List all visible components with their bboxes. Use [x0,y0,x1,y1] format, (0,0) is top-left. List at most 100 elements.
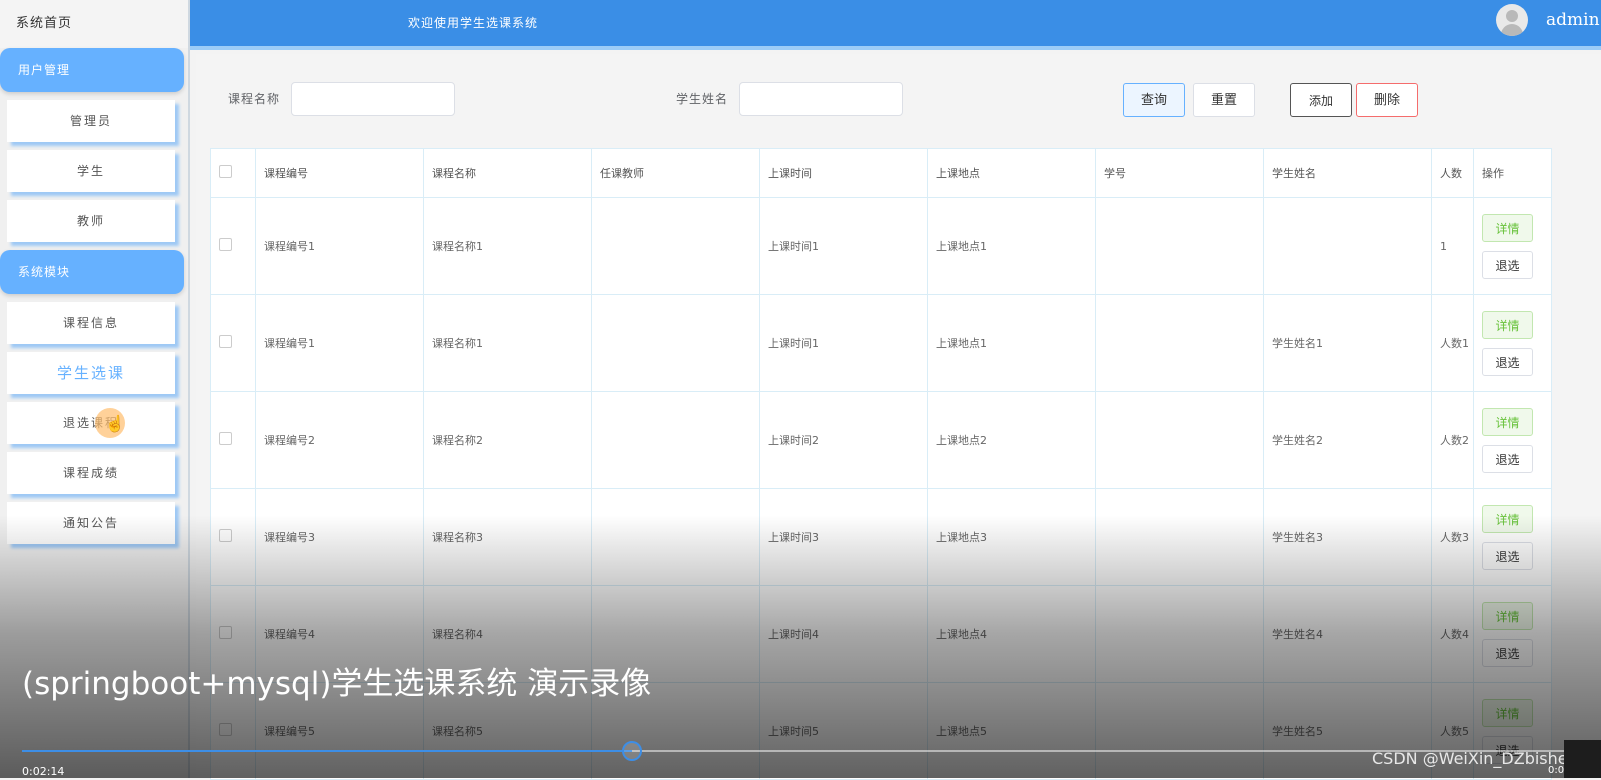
cell-student-id [1095,391,1264,489]
add-button[interactable]: 添加 [1290,83,1352,117]
cell-student-name: 学生姓名1 [1263,294,1432,392]
detail-button[interactable]: 详情 [1482,213,1533,242]
cell-student-id [1095,294,1264,392]
cell-teacher [591,391,760,489]
csdn-watermark: CSDN @WeiXin_DZbishe [1372,749,1568,768]
cell-location: 上课地点4 [927,585,1096,683]
col-location: 上课地点 [927,148,1096,198]
cell-student-id [1095,682,1264,780]
table-row: 课程编号1 课程名称1 上课时间1 上课地点1 1 详情 退选 [210,197,1552,295]
cell-location: 上课地点1 [927,197,1096,295]
col-course-id: 课程编号 [255,148,424,198]
delete-button[interactable]: 删除 [1356,83,1418,117]
cell-student-name: 学生姓名3 [1263,488,1432,586]
col-student-id: 学号 [1095,148,1264,198]
row-actions-cell: 详情 退选 [1473,197,1552,295]
cell-teacher [591,294,760,392]
drop-course-button[interactable]: 退选 [1482,347,1533,376]
cell-class-time: 上课时间4 [759,585,928,683]
select-all-checkbox[interactable] [219,165,232,178]
row-checkbox[interactable] [219,432,232,445]
course-name-input[interactable] [291,82,455,116]
cell-class-time: 上课时间1 [759,197,928,295]
cell-student-name: 学生姓名2 [1263,391,1432,489]
col-student-name: 学生姓名 [1263,148,1432,198]
cell-course-name: 课程名称1 [423,294,592,392]
cell-location: 上课地点5 [927,682,1096,780]
username[interactable]: admin [1546,10,1600,30]
sidebar-item-course-selection[interactable]: 学生选课 [7,352,175,394]
sidebar-section-user-management[interactable]: 用户管理 [0,48,184,92]
col-teacher: 任课教师 [591,148,760,198]
row-checkbox[interactable] [219,335,232,348]
row-select-cell[interactable] [210,391,256,489]
row-checkbox[interactable] [219,529,232,542]
hand-pointer-icon: ☝ [105,414,127,433]
query-button[interactable]: 查询 [1123,83,1185,117]
sidebar-item-admin[interactable]: 管理员 [7,100,175,142]
drop-course-button[interactable]: 退选 [1482,541,1533,570]
cell-course-name: 课程名称3 [423,488,592,586]
cell-student-id [1095,197,1264,295]
cell-class-time: 上课时间1 [759,294,928,392]
cell-student-id [1095,585,1264,683]
detail-button[interactable]: 详情 [1482,698,1533,727]
row-actions-cell: 详情 退选 [1473,585,1552,683]
col-actions: 操作 [1473,148,1552,198]
sidebar-item-drop-course[interactable]: 退选课程 ☝ [7,402,175,444]
detail-button[interactable]: 详情 [1482,310,1533,339]
video-progress-bar[interactable] [22,741,1587,761]
header-bar: 欢迎使用学生选课系统 admin [190,0,1601,50]
row-checkbox[interactable] [219,626,232,639]
table-row: 课程编号1 课程名称1 上课时间1 上课地点1 学生姓名1 人数1 详情 退选 [210,294,1552,392]
student-name-label: 学生姓名 [676,92,729,106]
cell-location: 上课地点2 [927,391,1096,489]
table-header-row: 课程编号 课程名称 任课教师 上课时间 上课地点 学号 学生姓名 人数 操作 [210,148,1552,198]
drop-course-button[interactable]: 退选 [1482,444,1533,473]
select-all-cell[interactable] [210,148,256,198]
cell-student-name [1263,197,1432,295]
cell-count: 人数3 [1431,488,1474,586]
video-current-time: 0:02:14 [22,765,65,778]
cell-course-name: 课程名称2 [423,391,592,489]
student-name-input[interactable] [739,82,903,116]
sidebar-item-teacher[interactable]: 教师 [7,200,175,242]
sidebar-item-course-info[interactable]: 课程信息 [7,302,175,344]
row-select-cell[interactable] [210,197,256,295]
cell-class-time: 上课时间2 [759,391,928,489]
row-select-cell[interactable] [210,294,256,392]
cell-class-time: 上课时间5 [759,682,928,780]
user-avatar-icon[interactable] [1496,4,1528,36]
sidebar-home-link[interactable]: 系统首页 [0,0,188,48]
row-select-cell[interactable] [210,488,256,586]
reset-button[interactable]: 重置 [1193,83,1255,117]
sidebar-section-system-module[interactable]: 系统模块 [0,250,184,294]
cell-teacher [591,488,760,586]
cell-count: 人数4 [1431,585,1474,683]
sidebar-item-course-grades[interactable]: 课程成绩 [7,452,175,494]
welcome-text: 欢迎使用学生选课系统 [408,16,539,30]
detail-button[interactable]: 详情 [1482,504,1533,533]
col-class-time: 上课时间 [759,148,928,198]
cell-student-name: 学生姓名4 [1263,585,1432,683]
row-checkbox[interactable] [219,723,232,736]
row-actions-cell: 详情 退选 [1473,294,1552,392]
cell-count: 人数2 [1431,391,1474,489]
sidebar-item-notices[interactable]: 通知公告 [7,502,175,544]
detail-button[interactable]: 详情 [1482,407,1533,436]
row-checkbox[interactable] [219,238,232,251]
detail-button[interactable]: 详情 [1482,601,1533,630]
cell-course-id: 课程编号1 [255,197,424,295]
cell-class-time: 上课时间3 [759,488,928,586]
player-corner-control[interactable] [1564,740,1601,778]
cell-course-id: 课程编号3 [255,488,424,586]
col-course-name: 课程名称 [423,148,592,198]
drop-course-button[interactable]: 退选 [1482,250,1533,279]
course-name-label: 课程名称 [228,92,281,106]
video-title: (springboot+mysql)学生选课系统 演示录像 [22,666,652,702]
row-actions-cell: 详情 退选 [1473,391,1552,489]
cell-count: 人数1 [1431,294,1474,392]
drop-course-button[interactable]: 退选 [1482,638,1533,667]
sidebar-item-student[interactable]: 学生 [7,150,175,192]
cell-student-id [1095,488,1264,586]
